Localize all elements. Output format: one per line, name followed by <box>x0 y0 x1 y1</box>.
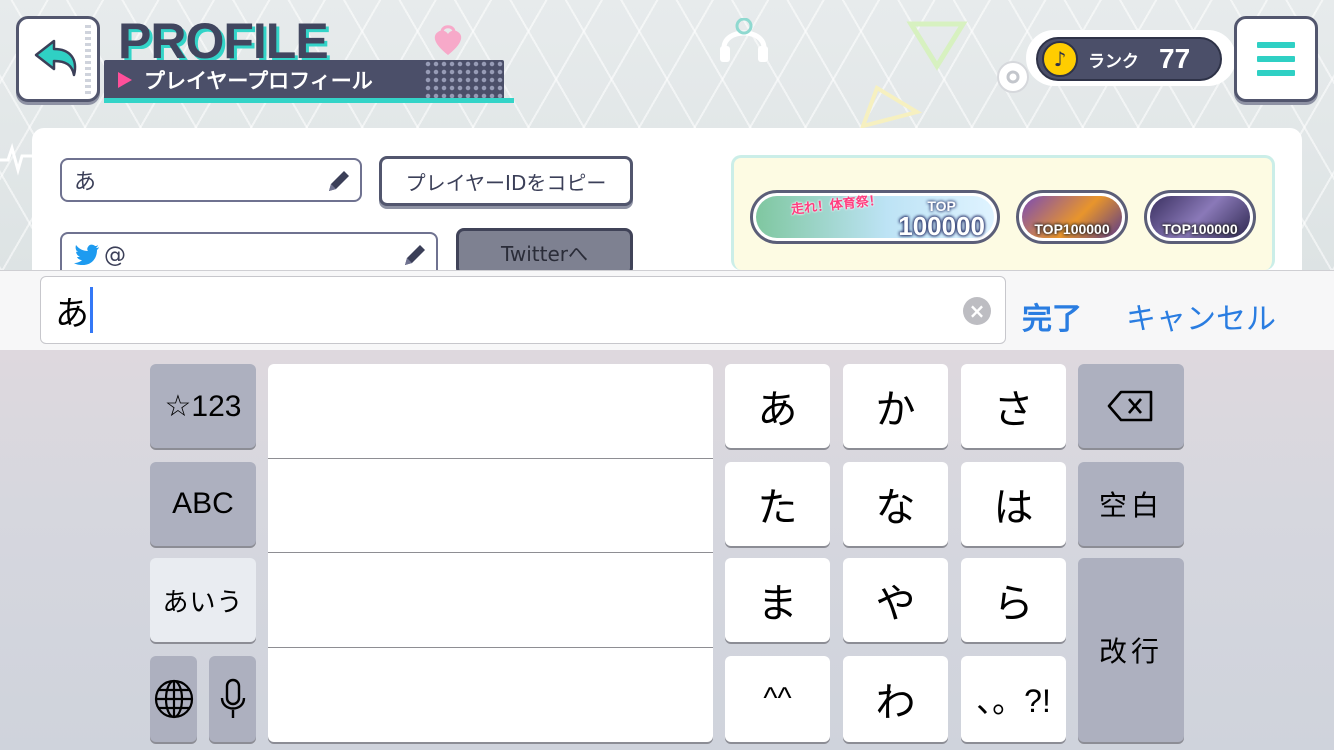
title-underline <box>104 98 514 103</box>
pencil-icon <box>329 171 349 191</box>
kana-key-na[interactable]: な <box>843 462 948 546</box>
key-label: ら <box>993 581 1034 627</box>
delete-key[interactable] <box>1078 364 1184 448</box>
kana-key-ta[interactable]: た <box>725 462 830 546</box>
kana-key-ma[interactable]: ま <box>725 558 830 642</box>
dictation-key[interactable] <box>209 656 256 742</box>
player-name-field[interactable]: あ <box>60 158 362 202</box>
heart-lock-icon <box>434 25 462 55</box>
open-twitter-button[interactable]: Twitterへ <box>456 228 633 276</box>
symbols-mode-label: ☆123 <box>164 389 242 423</box>
music-note-icon: ♪ <box>1042 41 1078 77</box>
key-label: は <box>993 485 1034 531</box>
kana-key-ka[interactable]: か <box>843 364 948 448</box>
key-label: さ <box>993 387 1034 433</box>
kana-key-a[interactable]: あ <box>725 364 830 448</box>
headphones-icon <box>720 18 768 62</box>
achievement-rank-label: TOP100000 <box>1034 221 1110 237</box>
play-triangle-icon <box>118 72 132 88</box>
text-input-value: あ <box>55 293 89 334</box>
punctuation-key[interactable]: 、。?! <box>961 656 1066 742</box>
candidate-row[interactable] <box>268 648 713 743</box>
back-button[interactable] <box>16 16 100 102</box>
kana-key-sa[interactable]: さ <box>961 364 1066 448</box>
done-button[interactable]: 完了 <box>1022 294 1082 338</box>
backspace-icon <box>1107 390 1153 422</box>
triangle-decoration <box>859 85 923 129</box>
twitter-prefix: @ <box>104 242 126 268</box>
text-input-field[interactable]: あ × <box>40 276 1006 344</box>
kana-mode-key[interactable]: あいう <box>150 558 256 642</box>
triangle-decoration <box>906 21 968 71</box>
conversion-candidates-panel <box>268 364 713 742</box>
page-subtitle-bar: プレイヤープロフィール <box>104 60 504 100</box>
copy-player-id-button[interactable]: プレイヤーIDをコピー <box>379 156 633 206</box>
candidate-row[interactable] <box>268 553 713 648</box>
abc-mode-label: ABC <box>172 487 234 520</box>
kana-mode-label: あいう <box>162 587 244 618</box>
kana-key-ha[interactable]: は <box>961 462 1066 546</box>
globe-key[interactable] <box>150 656 197 742</box>
text-cursor <box>90 287 93 333</box>
kaomoji-key[interactable]: ^^ <box>725 656 830 742</box>
candidate-row[interactable] <box>268 459 713 553</box>
back-arrow-icon <box>34 39 77 77</box>
space-key[interactable]: 空白 <box>1078 462 1184 546</box>
player-name-value: あ <box>74 170 97 195</box>
rank-label: ランク <box>1088 51 1139 72</box>
key-label: あ <box>757 387 798 433</box>
rank-value: 77 <box>1159 43 1191 74</box>
twitter-bird-icon <box>74 244 99 265</box>
achievement-rank-value: 100000 <box>898 211 985 241</box>
waveform-decoration <box>0 142 36 176</box>
cancel-button[interactable]: キャンセル <box>1126 294 1276 338</box>
kana-key-ya[interactable]: や <box>843 558 948 642</box>
key-label: ^^ <box>763 682 792 715</box>
achievement-badge[interactable]: TOP100000 <box>1016 190 1128 244</box>
menu-icon-line <box>1257 42 1295 48</box>
globe-icon <box>154 679 193 719</box>
achievement-rank-label: TOP100000 <box>1162 221 1238 237</box>
space-key-label: 空白 <box>1098 489 1163 522</box>
pencil-icon <box>405 245 425 265</box>
disc-icon <box>997 61 1029 93</box>
key-label: な <box>875 485 916 531</box>
key-label: か <box>875 387 916 433</box>
symbols-mode-key[interactable]: ☆123 <box>150 364 256 448</box>
key-label: た <box>757 485 798 531</box>
achievement-rank: TOP 100000 <box>898 199 985 239</box>
key-label: わ <box>875 680 916 726</box>
menu-icon-line <box>1257 56 1295 62</box>
achievement-badge[interactable]: 走れ！体育祭！ TOP 100000 <box>750 190 1000 244</box>
kana-key-ra[interactable]: ら <box>961 558 1066 642</box>
abc-mode-key[interactable]: ABC <box>150 462 256 546</box>
achievement-badge[interactable]: TOP100000 <box>1144 190 1256 244</box>
key-label: や <box>875 581 916 627</box>
menu-button[interactable] <box>1234 16 1318 102</box>
key-label: ま <box>757 581 798 627</box>
kana-key-wa[interactable]: わ <box>843 656 948 742</box>
page-subtitle: プレイヤープロフィール <box>144 69 373 93</box>
menu-icon-line <box>1257 70 1295 76</box>
candidate-row[interactable] <box>268 364 713 459</box>
return-key[interactable]: 改行 <box>1078 558 1184 742</box>
microphone-icon <box>220 678 245 718</box>
return-key-label: 改行 <box>1098 635 1163 668</box>
rank-badge: ♪ ランク 77 <box>1036 37 1222 81</box>
key-label: 、。?! <box>976 683 1051 719</box>
clear-text-icon[interactable]: × <box>963 297 991 325</box>
